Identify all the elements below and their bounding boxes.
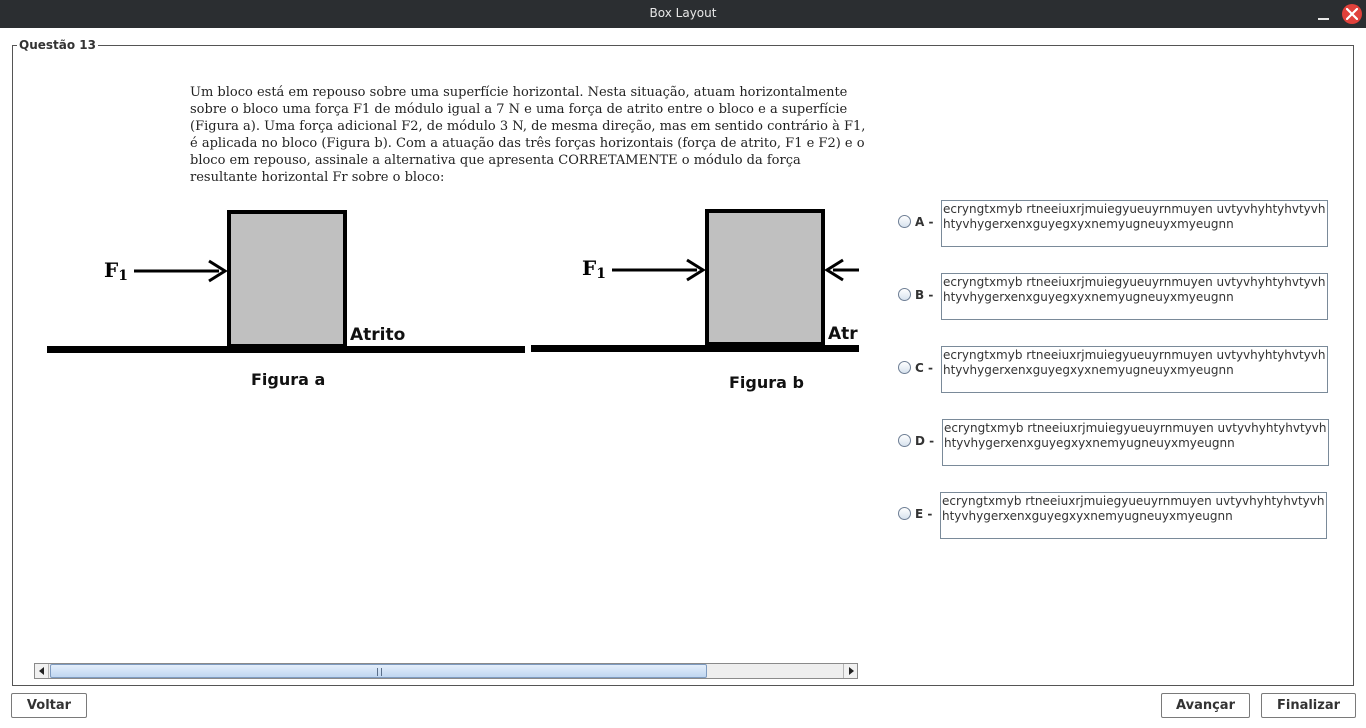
friction-label-a: Atrito (350, 325, 405, 345)
option-c-answer[interactable]: ecryngtxmyb rtneeiuxrjmuiegyueuyrnmuyen … (941, 346, 1328, 393)
option-a-answer[interactable]: ecryngtxmyb rtneeiuxrjmuiegyueuyrnmuyen … (941, 200, 1328, 247)
back-button[interactable]: Voltar (11, 693, 87, 718)
option-b-answer[interactable]: ecryngtxmyb rtneeiuxrjmuiegyueuyrnmuyen … (941, 273, 1328, 320)
option-b-letter: B - (915, 288, 934, 302)
option-c-letter: C - (915, 361, 933, 375)
option-d-answer[interactable]: ecryngtxmyb rtneeiuxrjmuiegyueuyrnmuyen … (942, 419, 1329, 466)
question-figure: F1 Atrito F1 Atr Figura a Figura b (47, 202, 859, 402)
window-title: Box Layout (649, 6, 717, 20)
force-label-a: F1 (104, 258, 128, 284)
option-e-answer[interactable]: ecryngtxmyb rtneeiuxrjmuiegyueuyrnmuyen … (940, 492, 1327, 539)
next-button[interactable]: Avançar (1161, 693, 1250, 718)
ground-line-b (531, 345, 859, 352)
scroll-right-arrow-icon[interactable] (843, 664, 857, 678)
option-c[interactable]: C - ecryngtxmyb rtneeiuxrjmuiegyueuyrnmu… (898, 346, 1330, 394)
question-text: Um bloco está em repouso sobre uma super… (190, 85, 866, 185)
option-e-radio[interactable] (898, 507, 911, 520)
option-a-radio[interactable] (898, 215, 911, 228)
option-c-radio[interactable] (898, 361, 911, 374)
option-d-letter: D - (915, 434, 935, 448)
scroll-left-arrow-icon[interactable] (35, 664, 49, 678)
option-d-radio[interactable] (898, 434, 911, 447)
group-title: Questão 13 (17, 38, 98, 52)
option-a[interactable]: A - ecryngtxmyb rtneeiuxrjmuiegyueuyrnmu… (898, 200, 1330, 248)
finish-button[interactable]: Finalizar (1261, 693, 1356, 718)
minimize-icon[interactable] (1316, 6, 1332, 22)
title-bar: Box Layout (0, 0, 1366, 28)
block-a (227, 210, 347, 348)
option-e-letter: E - (915, 507, 933, 521)
option-b[interactable]: B - ecryngtxmyb rtneeiuxrjmuiegyueuyrnmu… (898, 273, 1330, 321)
scrollbar-thumb[interactable] (50, 664, 707, 678)
option-b-radio[interactable] (898, 288, 911, 301)
grip-icon (376, 668, 382, 676)
option-d[interactable]: D - ecryngtxmyb rtneeiuxrjmuiegyueuyrnmu… (898, 419, 1330, 467)
close-icon[interactable] (1342, 4, 1362, 24)
caption-figura-b: Figura b (729, 373, 804, 392)
friction-label-b: Atr (828, 324, 858, 344)
horizontal-scrollbar[interactable] (34, 663, 858, 679)
force-label-b: F1 (582, 256, 606, 282)
forces-diagram: F1 Atrito F1 Atr (47, 209, 859, 353)
option-a-letter: A - (915, 215, 934, 229)
option-e[interactable]: E - ecryngtxmyb rtneeiuxrjmuiegyueuyrnmu… (898, 492, 1330, 540)
caption-figura-a: Figura a (251, 370, 326, 389)
block-b (705, 209, 825, 346)
